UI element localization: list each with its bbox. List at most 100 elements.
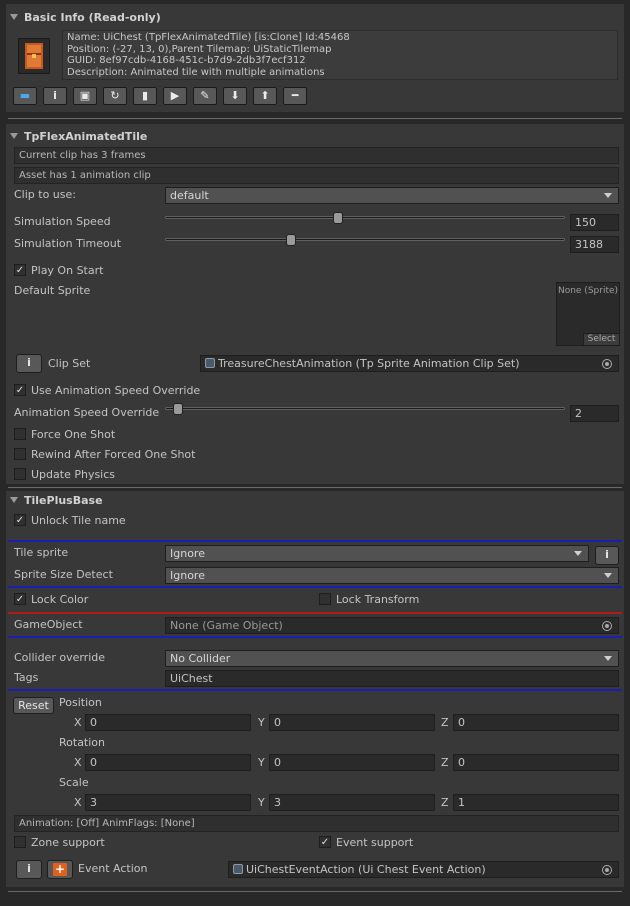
collider-override-dropdown[interactable]: No Collider	[165, 650, 619, 667]
blue-divider-line	[8, 636, 622, 638]
asset-clips-info: Asset has 1 animation clip	[14, 167, 619, 184]
rot-x-field[interactable]: 0	[85, 754, 251, 771]
refresh-button[interactable]: ↻	[103, 87, 127, 105]
simulation-speed-label: Simulation Speed	[14, 215, 111, 228]
tags-field[interactable]: UiChest	[165, 670, 619, 687]
tile-sprite-label: Tile sprite	[14, 546, 69, 559]
basic-info-text-box: Name: UiChest (TpFlexAnimatedTile) [is:C…	[62, 30, 618, 80]
clip-to-use-dropdown[interactable]: default	[165, 187, 619, 204]
use-speed-override-label: Use Animation Speed Override	[31, 384, 201, 397]
lock-transform-label: Lock Transform	[336, 593, 420, 606]
eyedropper-button[interactable]: ✎	[193, 87, 217, 105]
play-on-start-checkbox[interactable]: ✓	[14, 264, 26, 276]
simulation-speed-field[interactable]: 150	[570, 214, 619, 231]
unlock-tile-name-checkbox[interactable]: ✓	[14, 514, 26, 526]
scl-x-label[interactable]: X	[74, 796, 82, 809]
simulation-timeout-field[interactable]: 3188	[570, 236, 619, 253]
update-physics-checkbox[interactable]	[14, 468, 26, 480]
gameobject-field[interactable]: None (Game Object)	[165, 617, 619, 634]
rewind-checkbox[interactable]	[14, 448, 26, 460]
scriptable-object-icon	[205, 358, 215, 368]
force-one-shot-checkbox[interactable]	[14, 428, 26, 440]
minus-icon: ━	[291, 89, 299, 102]
arrow-down-button[interactable]: ⬇	[223, 87, 247, 105]
default-sprite-field[interactable]: None (Sprite) Select	[556, 282, 620, 346]
sprite-select-button[interactable]: Select	[583, 333, 619, 345]
lock-color-checkbox[interactable]: ✓	[14, 593, 26, 605]
event-action-info-button[interactable]: i	[16, 860, 42, 879]
clipboard-button[interactable]: ▮	[133, 87, 157, 105]
rot-y-label[interactable]: Y	[258, 756, 265, 769]
object-picker-icon[interactable]	[602, 621, 612, 631]
refresh-icon: ↻	[110, 89, 120, 102]
scl-z-field[interactable]: 1	[453, 794, 619, 811]
reset-transform-button[interactable]: Reset	[13, 697, 54, 714]
pos-x-field[interactable]: 0	[85, 714, 251, 731]
event-action-field[interactable]: UiChestEventAction (Ui Chest Event Actio…	[228, 861, 619, 878]
zone-support-checkbox[interactable]	[14, 836, 26, 848]
eyedropper-icon: ✎	[200, 89, 210, 102]
event-support-checkbox[interactable]: ✓	[319, 836, 331, 848]
pos-z-label[interactable]: Z	[441, 716, 449, 729]
save-button[interactable]: ▣	[73, 87, 97, 105]
play-button[interactable]: ▶	[163, 87, 187, 105]
simulation-speed-track[interactable]	[165, 216, 565, 219]
simulation-timeout-track[interactable]	[165, 238, 565, 241]
section-divider	[8, 487, 622, 488]
event-action-add-button[interactable]: +	[47, 860, 73, 879]
sprite-size-detect-dropdown[interactable]: Ignore	[165, 567, 619, 584]
minus-button[interactable]: ━	[283, 87, 307, 105]
tile-position-line: Position: (-27, 13, 0),Parent Tilemap: U…	[67, 43, 332, 55]
clip-to-use-label: Clip to use:	[14, 188, 76, 201]
pos-y-field[interactable]: 0	[269, 714, 435, 731]
animation-speed-override-slider-thumb[interactable]	[172, 403, 183, 415]
pos-x-label[interactable]: X	[74, 716, 82, 729]
pos-y-label[interactable]: Y	[258, 716, 265, 729]
zone-support-label: Zone support	[31, 836, 105, 849]
clip-set-field[interactable]: TreasureChestAnimation (Tp Sprite Animat…	[200, 355, 619, 372]
basic-info-title: Basic Info (Read-only)	[24, 11, 161, 24]
event-action-value: UiChestEventAction (Ui Chest Event Actio…	[246, 863, 486, 876]
foldout-triangle-icon	[10, 497, 18, 503]
info-icon: i	[53, 89, 57, 102]
tileplus-base-title: TilePlusBase	[24, 494, 103, 507]
camera-button[interactable]: ▬	[13, 87, 37, 105]
rot-x-label[interactable]: X	[74, 756, 82, 769]
clip-set-info-button[interactable]: i	[16, 354, 42, 373]
chevron-down-icon	[574, 551, 582, 556]
chevron-down-icon	[604, 656, 612, 661]
simulation-timeout-slider-thumb[interactable]	[285, 234, 296, 246]
tile-sprite-info-button[interactable]: i	[595, 546, 619, 565]
animation-speed-override-field[interactable]: 2	[570, 405, 619, 422]
tileplus-base-header[interactable]: TilePlusBase	[10, 494, 103, 507]
animation-speed-override-track[interactable]	[165, 407, 565, 410]
force-one-shot-label: Force One Shot	[31, 428, 116, 441]
scriptable-object-icon	[233, 864, 243, 874]
clipboard-icon: ▮	[141, 89, 149, 102]
blue-divider-line	[8, 586, 622, 588]
scl-y-field[interactable]: 3	[269, 794, 435, 811]
scl-z-label[interactable]: Z	[441, 796, 449, 809]
rot-z-label[interactable]: Z	[441, 756, 449, 769]
arrow-up-button[interactable]: ⬆	[253, 87, 277, 105]
rot-y-field[interactable]: 0	[269, 754, 435, 771]
scl-x-field[interactable]: 3	[85, 794, 251, 811]
object-picker-icon[interactable]	[602, 359, 612, 369]
info-button[interactable]: i	[43, 87, 67, 105]
clip-to-use-value: default	[170, 189, 209, 202]
rot-z-field[interactable]: 0	[453, 754, 619, 771]
pos-z-field[interactable]: 0	[453, 714, 619, 731]
clip-set-value: TreasureChestAnimation (Tp Sprite Animat…	[218, 357, 520, 370]
tile-sprite-dropdown[interactable]: Ignore	[165, 545, 589, 562]
arrow-down-icon: ⬇	[230, 89, 240, 102]
object-picker-icon[interactable]	[602, 865, 612, 875]
flex-tile-title: TpFlexAnimatedTile	[24, 130, 148, 143]
clip-frames-info: Current clip has 3 frames	[14, 147, 619, 164]
scl-y-label[interactable]: Y	[258, 796, 265, 809]
use-speed-override-checkbox[interactable]: ✓	[14, 384, 26, 396]
lock-transform-checkbox[interactable]	[319, 593, 331, 605]
tile-guid-line: GUID: 8ef97cdb-4168-451c-b7d9-2db3f7ecf3…	[67, 55, 306, 66]
simulation-speed-slider-thumb[interactable]	[332, 212, 343, 224]
flex-tile-header[interactable]: TpFlexAnimatedTile	[10, 130, 147, 143]
basic-info-header[interactable]: Basic Info (Read-only)	[10, 11, 161, 24]
